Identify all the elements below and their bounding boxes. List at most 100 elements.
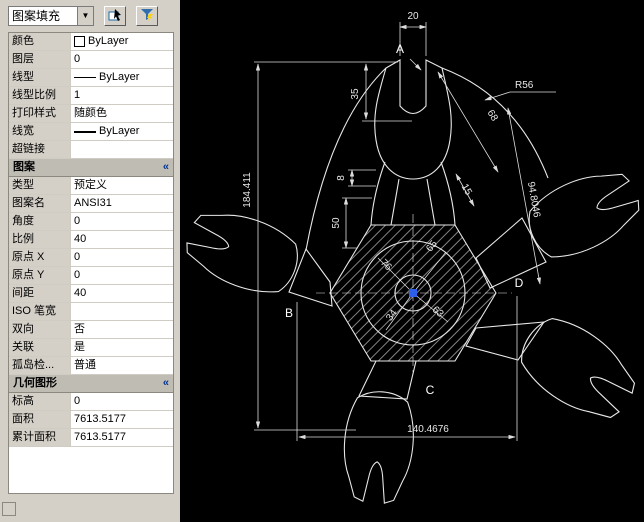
dim-15: 15 (459, 182, 474, 198)
select-objects-icon (108, 8, 122, 25)
property-label: 线宽 (9, 123, 71, 140)
property-value[interactable]: 1 (71, 87, 173, 104)
property-label: 颜色 (9, 33, 71, 50)
row-type: 类型 预定义 (9, 177, 173, 195)
property-value[interactable]: ByLayer (71, 33, 173, 50)
autocad-window: 图案填充 ▼ 颜色 ByLayer 图层 0 线型 ByLayer 线型比例 1… (0, 0, 644, 522)
wrench-head-bottom (338, 388, 418, 506)
row-double: 双向 否 (9, 321, 173, 339)
property-value[interactable] (71, 141, 173, 158)
property-value[interactable]: 是 (71, 339, 173, 356)
drawing-canvas[interactable]: 20 35 8 50 184.411 140.4676 68 15 94.804… (180, 0, 644, 522)
property-value[interactable]: 40 (71, 231, 173, 248)
property-value[interactable]: 0 (71, 267, 173, 284)
property-value[interactable]: 否 (71, 321, 173, 338)
property-label: 间距 (9, 285, 71, 302)
row-plot-style: 打印样式 随颜色 (9, 105, 173, 123)
property-value[interactable]: 40 (71, 285, 173, 302)
point-label-a: A (396, 42, 404, 56)
property-label: 累计面积 (9, 429, 71, 446)
category-title: 图案 (13, 161, 35, 173)
category-header-pattern[interactable]: 图案 « (9, 159, 173, 177)
select-objects-button[interactable] (104, 6, 126, 26)
wrench-handle-left (288, 247, 333, 307)
property-label: 线型 (9, 69, 71, 86)
property-label: 打印样式 (9, 105, 71, 122)
row-layer: 图层 0 (9, 51, 173, 69)
leader-a (409, 58, 422, 71)
property-value-text: 普通 (74, 359, 96, 371)
property-label: 双向 (9, 321, 71, 338)
row-linetype: 线型 ByLayer (9, 69, 173, 87)
property-label: 标高 (9, 393, 71, 410)
palette-resize-grip[interactable] (2, 502, 16, 516)
property-label: 原点 Y (9, 267, 71, 284)
property-label: 角度 (9, 213, 71, 230)
quick-select-button[interactable] (136, 6, 158, 26)
property-value[interactable]: 普通 (71, 357, 173, 374)
point-label-b: B (285, 306, 293, 320)
property-value[interactable]: 0 (71, 51, 173, 68)
object-type-select[interactable]: 图案填充 ▼ (8, 6, 94, 26)
dim-68: 68 (485, 108, 500, 124)
property-value[interactable]: 0 (71, 213, 173, 230)
collapse-icon[interactable]: « (163, 159, 169, 176)
quick-select-icon (140, 8, 154, 25)
row-color: 颜色 ByLayer (9, 33, 173, 51)
property-value[interactable]: 7613.5177 (71, 411, 173, 428)
property-value[interactable]: ByLayer (71, 123, 173, 140)
top-slotted-piece (374, 59, 452, 180)
property-label: 比例 (9, 231, 71, 248)
property-label: 面积 (9, 411, 71, 428)
row-origin-y: 原点 Y 0 (9, 267, 173, 285)
dim-r56: R56 (515, 80, 534, 91)
property-value-text: ByLayer (99, 71, 140, 83)
point-label-d: D (515, 276, 524, 290)
row-spacing: 间距 40 (9, 285, 173, 303)
property-value[interactable]: 0 (71, 393, 173, 410)
row-origin-x: 原点 X 0 (9, 249, 173, 267)
property-value-text: 1 (74, 89, 81, 101)
object-type-value: 图案填充 (12, 9, 61, 23)
property-value-text: 0 (74, 53, 81, 65)
property-value[interactable]: 7613.5177 (71, 429, 173, 446)
dim-total-width: 140.4676 (407, 424, 449, 435)
row-associative: 关联 是 (9, 339, 173, 357)
property-value-text: ANSI31 (74, 197, 112, 209)
linetype-line-icon (74, 77, 96, 78)
dimension-labels: 20 35 8 50 184.411 140.4676 68 15 94.804… (242, 11, 542, 435)
dim-slot-width: 20 (407, 11, 419, 22)
property-value-text: 0 (74, 215, 81, 227)
property-value-text: 40 (74, 287, 87, 299)
property-value[interactable]: 随颜色 (71, 105, 173, 122)
row-angle: 角度 0 (9, 213, 173, 231)
point-label-c: C (426, 383, 435, 397)
property-value[interactable]: ByLayer (71, 69, 173, 86)
center-grip[interactable] (409, 289, 417, 297)
chevron-down-icon[interactable]: ▼ (77, 7, 93, 25)
property-value[interactable]: ANSI31 (71, 195, 173, 212)
wrench-head-left (180, 200, 307, 304)
dim-line-68 (437, 71, 499, 173)
property-value[interactable]: 0 (71, 249, 173, 266)
property-value-text: 7613.5177 (74, 413, 126, 425)
category-header-geometry[interactable]: 几何图形 « (9, 375, 173, 393)
property-value-text: 随颜色 (74, 107, 107, 119)
wrench-head-lower-right (508, 305, 644, 433)
collapse-icon[interactable]: « (163, 375, 169, 392)
property-value[interactable]: 预定义 (71, 177, 173, 194)
row-iso-pen-width: ISO 笔宽 (9, 303, 173, 321)
color-swatch-icon (74, 36, 85, 47)
row-lineweight: 线宽 ByLayer (9, 123, 173, 141)
leader-r56 (484, 91, 556, 101)
dim-total-height: 184.411 (242, 172, 253, 208)
property-label: 图层 (9, 51, 71, 68)
row-cumulative-area: 累计面积 7613.5177 (9, 429, 173, 447)
property-label: 线型比例 (9, 87, 71, 104)
property-value-text: 预定义 (74, 179, 107, 191)
property-value-text: 40 (74, 233, 87, 245)
property-value[interactable] (71, 303, 173, 320)
dim-neck: 50 (331, 217, 342, 229)
row-linetype-scale: 线型比例 1 (9, 87, 173, 105)
property-label: 超链接 (9, 141, 71, 158)
